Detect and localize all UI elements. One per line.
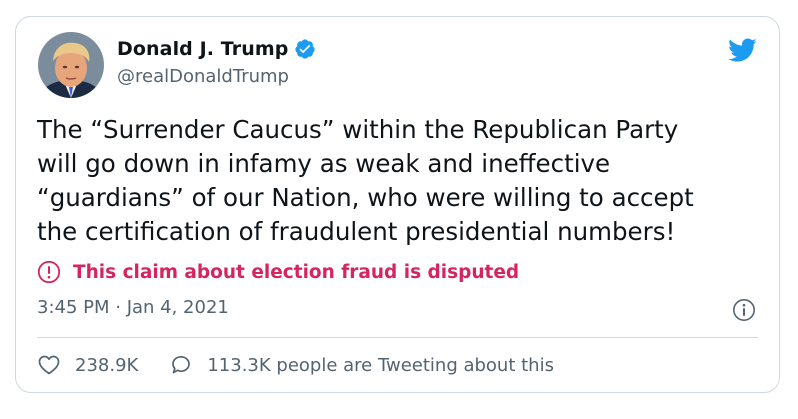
disputed-claim-label[interactable]: This claim about election fraud is dispu… [37, 260, 519, 284]
divider [37, 337, 758, 338]
heart-icon[interactable] [37, 353, 61, 377]
like-stat[interactable]: 238.9K [37, 353, 138, 377]
tweet-stats: 238.9K 113.3K people are Tweeting about … [37, 353, 554, 377]
tweeting-about-text: 113.3K people are Tweeting about this [207, 354, 554, 376]
conversation-stat[interactable]: 113.3K people are Tweeting about this [169, 353, 554, 377]
twitter-bird-icon[interactable] [727, 37, 757, 63]
exclamation-circle-icon [37, 260, 61, 284]
verified-badge-icon [295, 39, 316, 59]
info-icon[interactable] [732, 298, 756, 322]
disputed-claim-text[interactable]: This claim about election fraud is dispu… [73, 262, 519, 283]
like-count: 238.9K [75, 354, 139, 376]
speech-bubble-icon[interactable] [169, 353, 193, 377]
author-handle[interactable]: @realDonaldTrump [117, 66, 289, 87]
tweet-timestamp[interactable]: 3:45 PM · Jan 4, 2021 [37, 297, 229, 318]
avatar[interactable] [38, 32, 104, 98]
author-name-row[interactable]: Donald J. Trump [117, 38, 316, 60]
tweet-card[interactable]: Donald J. Trump @realDonaldTrump The “Su… [15, 16, 780, 393]
author-name[interactable]: Donald J. Trump [117, 38, 288, 60]
tweet-text: The “Surrender Caucus” within the Republ… [37, 115, 694, 246]
